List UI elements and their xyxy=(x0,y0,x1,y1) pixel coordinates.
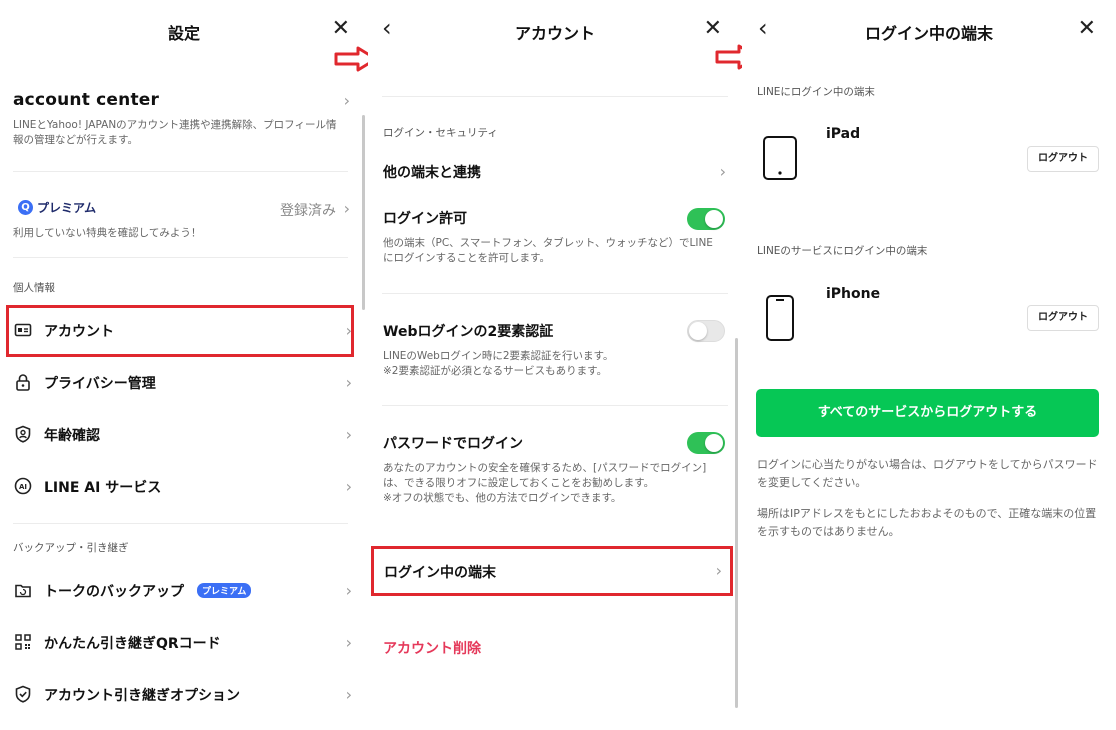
device-row-iphone: iPhone ログアウト xyxy=(742,280,1116,350)
menu-item-talk-backup[interactable]: トークのバックアップ プレミアム › xyxy=(0,565,368,617)
item-desc: 他の端末（PC、スマートフォン、タブレット、ウォッチなど）でLINEにログインす… xyxy=(383,237,713,264)
menu-item-label: トークのバックアップ xyxy=(44,584,184,600)
premium-logo-icon: Q xyxy=(18,199,33,215)
devices-panel: ‹ ログイン中の端末 ✕ LINEにログイン中の端末 iPad ログアウト LI… xyxy=(742,0,1116,730)
link-other-devices-item[interactable]: 他の端末と連携 › xyxy=(368,152,742,192)
divider xyxy=(382,405,728,406)
menu-item-age-verification[interactable]: 年齢確認 › xyxy=(0,409,368,461)
page-title: アカウント xyxy=(514,24,595,43)
section-personal: 個人情報 xyxy=(13,282,55,294)
web-2fa-toggle[interactable] xyxy=(687,320,725,342)
note-location: 場所はIPアドレスをもとにしたおおよそのもので、正確な端末の位置を示すものではあ… xyxy=(757,507,1097,538)
premium-logo-text: プレミアム xyxy=(37,200,97,215)
section-service-devices: LINEのサービスにログイン中の端末 xyxy=(757,245,928,257)
item-label: 他の端末と連携 xyxy=(383,165,481,181)
logout-all-button[interactable]: すべてのサービスからログアウトする xyxy=(756,389,1099,437)
menu-item-label: 年齢確認 xyxy=(44,428,100,444)
tablet-icon xyxy=(763,136,797,180)
chevron-right-icon: › xyxy=(345,373,352,392)
chevron-right-icon: › xyxy=(345,425,352,444)
menu-item-label: かんたん引き継ぎQRコード xyxy=(44,636,221,652)
logout-button[interactable]: ログアウト xyxy=(1027,146,1099,172)
ai-icon: AI xyxy=(14,477,32,495)
divider xyxy=(13,257,348,258)
divider xyxy=(13,523,348,524)
highlight-box-devices xyxy=(371,546,733,596)
premium-logo: Q プレミアム xyxy=(18,198,96,216)
menu-item-label: LINE AI サービス xyxy=(44,480,162,496)
account-center-desc: LINEとYahoo! JAPANのアカウント連携や連携解除、プロフィール情報の… xyxy=(13,119,337,146)
highlight-box-account xyxy=(6,305,354,357)
chevron-right-icon: › xyxy=(345,633,352,652)
lock-icon xyxy=(16,374,30,391)
item-label: ログイン許可 xyxy=(383,211,467,227)
menu-item-line-ai[interactable]: AI LINE AI サービス › xyxy=(0,461,368,513)
qr-code-icon xyxy=(15,634,31,650)
account-center-item[interactable]: account center › LINEとYahoo! JAPANのアカウント… xyxy=(0,84,368,154)
close-icon[interactable]: ✕ xyxy=(332,18,350,40)
menu-item-qr-transfer[interactable]: かんたん引き継ぎQRコード › xyxy=(0,617,368,669)
premium-badge: プレミアム xyxy=(197,583,252,598)
password-login-toggle[interactable] xyxy=(687,432,725,454)
smartphone-icon xyxy=(766,295,794,341)
device-row-ipad: iPad ログアウト xyxy=(742,120,1116,190)
item-label: Webログインの2要素認証 xyxy=(383,324,554,340)
close-icon[interactable]: ✕ xyxy=(1078,18,1096,40)
chevron-right-icon: › xyxy=(345,581,352,600)
item-desc-note: ※2要素認証が必須となるサービスもあります。 xyxy=(383,365,608,377)
svg-text:AI: AI xyxy=(19,483,27,491)
login-allow-toggle[interactable] xyxy=(687,208,725,230)
section-login-security: ログイン・セキュリティ xyxy=(383,127,498,139)
chevron-right-icon: › xyxy=(343,91,350,110)
account-panel: ‹ アカウント ✕ ログイン・セキュリティ 他の端末と連携 › ログイン許可 他… xyxy=(368,0,742,730)
premium-status: 登録済み xyxy=(280,203,336,219)
menu-item-privacy[interactable]: プライバシー管理 › xyxy=(0,357,368,409)
chevron-right-icon: › xyxy=(343,199,350,218)
scrollbar[interactable] xyxy=(362,115,365,310)
item-label: パスワードでログイン xyxy=(383,436,523,452)
close-icon[interactable]: ✕ xyxy=(704,18,722,40)
note-change-password: ログインに心当たりがない場合は、ログアウトをしてからパスワードを変更してください… xyxy=(757,458,1098,489)
page-title: ログイン中の端末 xyxy=(864,24,993,43)
section-line-devices: LINEにログイン中の端末 xyxy=(757,86,875,98)
premium-desc: 利用していない特典を確認してみよう！ xyxy=(13,227,202,239)
chevron-right-icon: › xyxy=(345,685,352,704)
divider xyxy=(382,293,728,294)
scrollbar[interactable] xyxy=(735,338,738,708)
divider xyxy=(13,171,348,172)
logout-button[interactable]: ログアウト xyxy=(1027,305,1099,331)
account-center-title: account center xyxy=(13,90,160,110)
backup-folder-icon xyxy=(15,584,31,598)
delete-account-link[interactable]: アカウント削除 xyxy=(383,638,481,658)
item-desc: あなたのアカウントの安全を確保するため、[パスワードでログイン]は、できる限りオ… xyxy=(383,462,707,489)
login-allow-item: ログイン許可 他の端末（PC、スマートフォン、タブレット、ウォッチなど）でLIN… xyxy=(368,200,742,280)
device-name: iPad xyxy=(826,126,861,142)
section-backup: バックアップ・引き継ぎ xyxy=(13,542,129,554)
device-name: iPhone xyxy=(826,286,881,302)
item-desc: LINEのWebログイン時に2要素認証を行います。 xyxy=(383,350,614,362)
page-title: 設定 xyxy=(167,24,200,43)
menu-item-label: プライバシー管理 xyxy=(44,376,156,392)
chevron-right-icon: › xyxy=(719,162,726,181)
menu-item-label: アカウント引き継ぎオプション xyxy=(44,688,240,704)
menu-item-transfer-options[interactable]: アカウント引き継ぎオプション › xyxy=(0,669,368,721)
chevron-right-icon: › xyxy=(345,477,352,496)
settings-panel: 設定 ✕ account center › LINEとYahoo! JAPANの… xyxy=(0,0,368,730)
divider xyxy=(382,96,728,97)
password-login-item: パスワードでログイン あなたのアカウントの安全を確保するため、[パスワードでログ… xyxy=(368,424,742,514)
shield-person-icon xyxy=(15,425,31,443)
shield-check-icon xyxy=(15,685,31,703)
item-desc-note: ※オフの状態でも、他の方法でログインできます。 xyxy=(383,492,622,504)
premium-item[interactable]: Q プレミアム 登録済み › 利用していない特典を確認してみよう！ xyxy=(0,192,368,252)
web-2fa-item: Webログインの2要素認証 LINEのWebログイン時に2要素認証を行います。 … xyxy=(368,312,742,392)
